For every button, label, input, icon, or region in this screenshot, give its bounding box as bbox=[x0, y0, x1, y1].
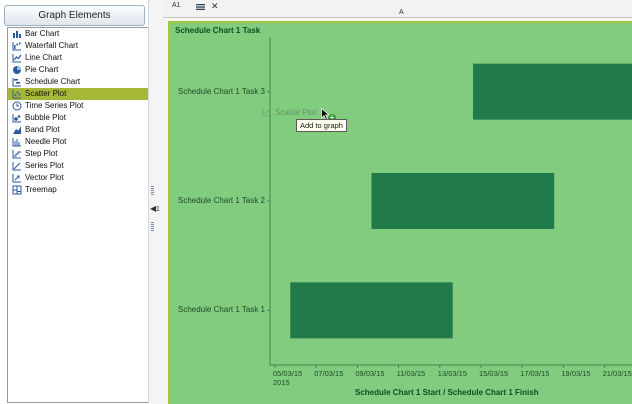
list-item-step-plot[interactable]: Step Plot bbox=[8, 148, 148, 160]
list-item-scatter-plot[interactable]: Scatter Plot bbox=[8, 88, 148, 100]
list-item-bar-chart[interactable]: Bar Chart bbox=[8, 28, 148, 40]
list-item-label: Line Chart bbox=[25, 53, 62, 62]
task-bar-3[interactable] bbox=[473, 63, 632, 120]
list-item-series-plot[interactable]: Series Plot bbox=[8, 160, 148, 172]
list-item-band-plot[interactable]: Band Plot bbox=[8, 124, 148, 136]
x-axis-year-label: 2015 bbox=[273, 378, 290, 387]
list-item-line-chart[interactable]: Line Chart bbox=[8, 52, 148, 64]
list-item-label: Needle Plot bbox=[25, 137, 67, 146]
step-plot-icon bbox=[12, 149, 22, 159]
scatter-plot-icon bbox=[262, 107, 272, 117]
list-item-label: Waterfall Chart bbox=[25, 41, 79, 50]
x-tick-label: 11/03/15 bbox=[396, 369, 426, 378]
list-item-time-series-plot[interactable]: Time Series Plot bbox=[8, 100, 148, 112]
x-tick-label: 17/03/15 bbox=[520, 369, 550, 378]
y-axis-label-task-1: Schedule Chart 1 Task 1 bbox=[177, 305, 265, 315]
bar-chart-icon bbox=[12, 29, 22, 39]
list-item-bubble-plot[interactable]: Bubble Plot bbox=[8, 112, 148, 124]
pie-chart-icon bbox=[12, 65, 22, 75]
list-item-vector-plot[interactable]: Vector Plot bbox=[8, 172, 148, 184]
graph-container: Schedule Chart 1 Task Schedule Chart 1 T… bbox=[163, 18, 632, 404]
drag-ghost-scatter-plot: Scatter Plot bbox=[262, 107, 316, 117]
scatter-plot-icon bbox=[12, 89, 22, 99]
x-axis-title: Schedule Chart 1 Start / Schedule Chart … bbox=[355, 388, 539, 397]
list-item-schedule-chart[interactable]: Schedule Chart bbox=[8, 76, 148, 88]
needle-plot-icon bbox=[12, 137, 22, 147]
list-item-label: Vector Plot bbox=[25, 173, 64, 182]
x-tick-label: 15/03/15 bbox=[479, 369, 509, 378]
graph-elements-panel: Graph Elements Bar Chart Waterfall Chart L… bbox=[0, 0, 149, 404]
splitter-grip-top[interactable] bbox=[151, 186, 154, 196]
x-tick-label: 09/03/15 bbox=[355, 369, 385, 378]
graph-elements-list: Bar Chart Waterfall Chart Line Chart Pie Ch… bbox=[7, 27, 149, 403]
treemap-icon bbox=[12, 185, 22, 195]
list-item-label: Schedule Chart bbox=[25, 77, 81, 86]
x-tick-label: 21/03/15 bbox=[602, 369, 632, 378]
panel-splitter[interactable]: ◀ 1 bbox=[148, 0, 164, 404]
task-bar-2[interactable] bbox=[371, 173, 555, 229]
line-chart-icon bbox=[12, 53, 22, 63]
list-item-label: Series Plot bbox=[25, 161, 64, 170]
list-item-label: Treemap bbox=[25, 185, 57, 194]
y-axis-label-task-2: Schedule Chart 1 Task 2 bbox=[177, 196, 265, 205]
column-header: A bbox=[399, 9, 404, 16]
x-tick-label: 19/03/15 bbox=[561, 369, 591, 378]
vector-plot-icon bbox=[12, 173, 22, 183]
list-item-label: Bar Chart bbox=[25, 29, 60, 38]
band-plot-icon bbox=[12, 125, 22, 135]
y-axis-label-task-3: Schedule Chart 1 Task 3 bbox=[177, 86, 265, 96]
menu-icon[interactable] bbox=[196, 4, 205, 10]
list-item-needle-plot[interactable]: Needle Plot bbox=[8, 136, 148, 148]
x-tick-label: 07/03/15 bbox=[314, 369, 344, 378]
series-plot-icon bbox=[12, 161, 22, 171]
x-tick-label: 05/03/15 bbox=[273, 369, 303, 378]
task-bar-1[interactable] bbox=[290, 282, 453, 339]
waterfall-chart-icon bbox=[12, 41, 22, 51]
splitter-grip-bottom[interactable] bbox=[151, 222, 154, 232]
close-icon[interactable]: ✕ bbox=[211, 1, 219, 12]
list-item-label: Bubble Plot bbox=[25, 113, 66, 122]
list-item-label: Band Plot bbox=[25, 125, 60, 134]
list-item-label: Scatter Plot bbox=[25, 89, 67, 98]
graph-frame[interactable]: Schedule Chart 1 Task Schedule Chart 1 T… bbox=[168, 21, 632, 404]
cell-reference: A1 bbox=[172, 2, 181, 9]
list-item-waterfall-chart[interactable]: Waterfall Chart bbox=[8, 40, 148, 52]
list-item-pie-chart[interactable]: Pie Chart bbox=[8, 64, 148, 76]
list-item-label: Step Plot bbox=[25, 149, 58, 158]
list-item-label: Time Series Plot bbox=[25, 101, 84, 110]
add-to-graph-tooltip: Add to graph bbox=[296, 119, 347, 132]
panel-index: 1 bbox=[156, 206, 160, 213]
bubble-plot-icon bbox=[12, 113, 22, 123]
plot-area bbox=[267, 37, 632, 368]
list-item-label: Pie Chart bbox=[25, 65, 59, 74]
time-series-plot-icon bbox=[12, 101, 22, 111]
worksheet-header: A1 ✕ A bbox=[163, 0, 632, 18]
x-tick-label: 13/03/15 bbox=[437, 369, 467, 378]
schedule-chart-icon bbox=[12, 77, 22, 87]
list-item-treemap[interactable]: Treemap bbox=[8, 184, 148, 196]
panel-title: Graph Elements bbox=[4, 5, 145, 26]
drag-ghost-label: Scatter Plot bbox=[275, 107, 317, 117]
